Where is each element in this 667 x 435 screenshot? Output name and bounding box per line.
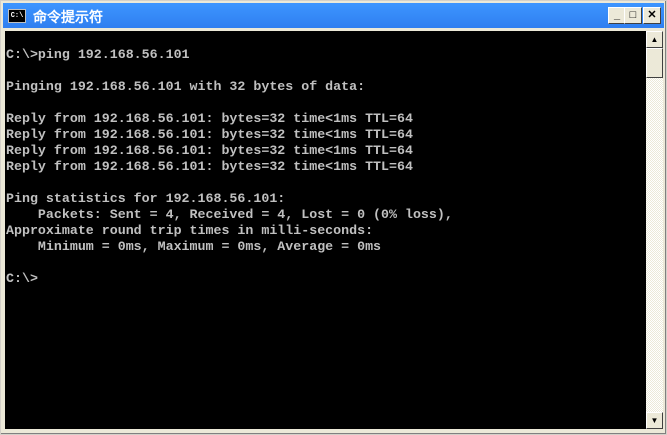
scroll-down-button[interactable]: ▼: [646, 412, 663, 429]
scroll-up-button[interactable]: ▲: [646, 31, 663, 48]
console-line: C:\>ping 192.168.56.101: [6, 47, 190, 62]
cmd-icon[interactable]: C:\: [8, 9, 26, 23]
console-line: Pinging 192.168.56.101 with 32 bytes of …: [6, 79, 366, 94]
console-line: Reply from 192.168.56.101: bytes=32 time…: [6, 143, 413, 158]
scroll-thumb[interactable]: [646, 48, 663, 78]
console-line: Reply from 192.168.56.101: bytes=32 time…: [6, 127, 413, 142]
console-line: Packets: Sent = 4, Received = 4, Lost = …: [6, 207, 453, 222]
command-prompt-window: C:\ 命令提示符 _ □ ✕ C:\>ping 192.168.56.101 P…: [0, 0, 667, 435]
console-line: Reply from 192.168.56.101: bytes=32 time…: [6, 111, 413, 126]
title-bar[interactable]: C:\ 命令提示符 _ □ ✕: [3, 3, 664, 28]
vertical-scrollbar[interactable]: ▲ ▼: [646, 31, 663, 429]
console-output[interactable]: C:\>ping 192.168.56.101 Pinging 192.168.5…: [5, 31, 646, 429]
window-title: 命令提示符: [33, 9, 103, 25]
close-button[interactable]: ✕: [643, 7, 661, 24]
console-line: Reply from 192.168.56.101: bytes=32 time…: [6, 159, 413, 174]
console-line: Minimum = 0ms, Maximum = 0ms, Average = …: [6, 239, 382, 254]
console-line: C:\>: [6, 271, 38, 286]
console-line: Approximate round trip times in milli-se…: [6, 223, 374, 238]
maximize-button[interactable]: □: [624, 7, 642, 24]
console-line: Ping statistics for 192.168.56.101:: [6, 191, 286, 206]
